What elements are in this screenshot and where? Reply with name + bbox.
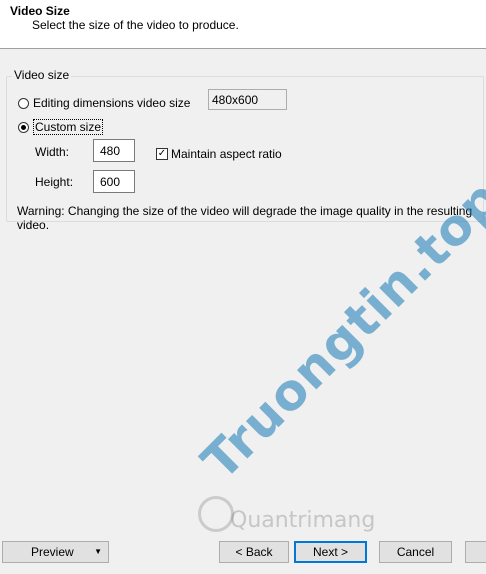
preview-label: Preview [31, 545, 74, 559]
cancel-button[interactable]: Cancel [379, 541, 452, 563]
watermark-logo-icon [198, 496, 234, 532]
radio-checked-icon [18, 121, 29, 133]
watermark-main: Truongtin.top [190, 168, 486, 491]
custom-size-radio[interactable]: Custom size [18, 119, 104, 135]
width-label: Width: [35, 145, 70, 159]
help-button[interactable] [465, 541, 486, 563]
height-label: Height: [35, 175, 74, 189]
dropdown-arrow-icon: ▼ [94, 547, 102, 556]
radio-unchecked-icon [18, 97, 29, 109]
width-input[interactable]: 480 [93, 139, 135, 162]
cancel-label: Cancel [396, 545, 435, 559]
checkmark-icon: ✓ [156, 148, 168, 160]
editing-dimensions-radio[interactable]: Editing dimensions video size [18, 96, 190, 110]
height-input[interactable]: 600 [93, 170, 135, 193]
editing-dimensions-label: Editing dimensions video size [33, 96, 191, 110]
preview-button[interactable]: Preview ▼ [2, 541, 109, 563]
custom-size-label: Custom size [33, 119, 104, 135]
page-subtitle: Select the size of the video to produce. [32, 18, 239, 32]
wizard-header: Video Size Select the size of the video … [0, 0, 486, 49]
next-button[interactable]: Next > [294, 541, 367, 563]
next-label: Next > [312, 545, 348, 559]
page-title: Video Size [10, 4, 70, 18]
maintain-aspect-checkbox[interactable]: ✓ Maintain aspect ratio [156, 147, 282, 161]
watermark-secondary: Quantrimang [230, 508, 376, 533]
video-size-legend: Video size [12, 68, 72, 82]
editing-dimensions-value: 480x600 [208, 89, 287, 110]
back-button[interactable]: < Back [219, 541, 289, 563]
back-label: < Back [235, 545, 273, 559]
maintain-aspect-label: Maintain aspect ratio [171, 147, 282, 161]
